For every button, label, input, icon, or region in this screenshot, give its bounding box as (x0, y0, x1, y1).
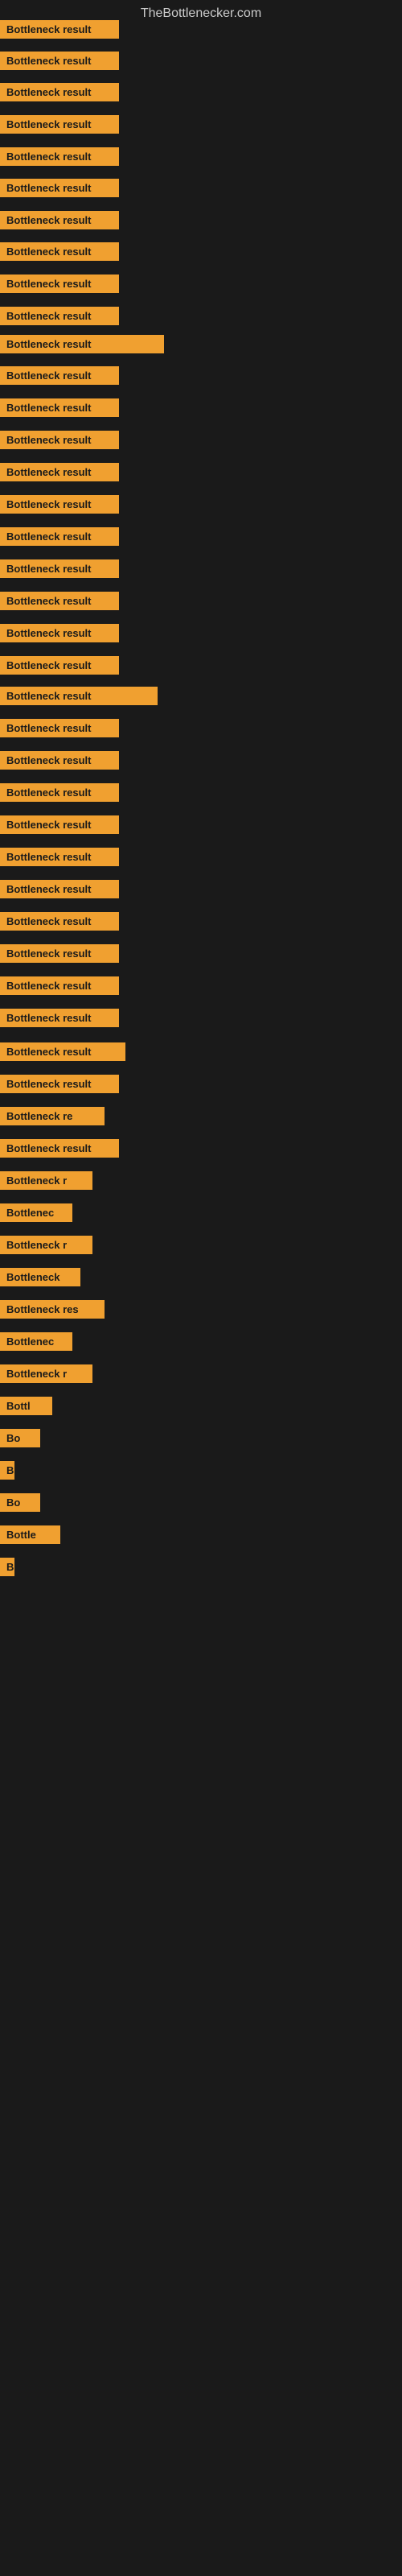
bottleneck-item-43: Bottl (0, 1397, 52, 1415)
bottleneck-item-44: Bo (0, 1429, 40, 1447)
bottleneck-item-48: B (0, 1558, 14, 1576)
bottleneck-item-2: Bottleneck result (0, 83, 119, 101)
bottleneck-item-19: Bottleneck result (0, 624, 119, 642)
bottleneck-item-8: Bottleneck result (0, 275, 119, 293)
bottleneck-item-12: Bottleneck result (0, 398, 119, 417)
bottleneck-item-3: Bottleneck result (0, 115, 119, 134)
bottleneck-item-15: Bottleneck result (0, 495, 119, 514)
bottleneck-item-14: Bottleneck result (0, 463, 119, 481)
bottleneck-item-20: Bottleneck result (0, 656, 119, 675)
bottleneck-item-37: Bottlenec (0, 1203, 72, 1222)
bottleneck-item-41: Bottlenec (0, 1332, 72, 1351)
bottleneck-item-7: Bottleneck result (0, 242, 119, 261)
bottleneck-item-27: Bottleneck result (0, 880, 119, 898)
bottleneck-item-35: Bottleneck result (0, 1139, 119, 1158)
bottleneck-item-31: Bottleneck result (0, 1009, 119, 1027)
bottleneck-item-25: Bottleneck result (0, 815, 119, 834)
bottleneck-item-1: Bottleneck result (0, 52, 119, 70)
bottleneck-item-5: Bottleneck result (0, 179, 119, 197)
bottleneck-item-0: Bottleneck result (0, 20, 119, 39)
site-title-text: TheBottlenecker.com (141, 6, 261, 20)
bottleneck-item-10: Bottleneck result (0, 335, 164, 353)
bottleneck-item-38: Bottleneck r (0, 1236, 92, 1254)
bottleneck-item-45: B (0, 1461, 14, 1480)
bottleneck-item-11: Bottleneck result (0, 366, 119, 385)
bottleneck-item-36: Bottleneck r (0, 1171, 92, 1190)
bottleneck-item-13: Bottleneck result (0, 431, 119, 449)
bottleneck-item-28: Bottleneck result (0, 912, 119, 931)
bottleneck-item-29: Bottleneck result (0, 944, 119, 963)
bottleneck-item-34: Bottleneck re (0, 1107, 105, 1125)
bottleneck-item-6: Bottleneck result (0, 211, 119, 229)
bottleneck-item-18: Bottleneck result (0, 592, 119, 610)
bottleneck-item-46: Bo (0, 1493, 40, 1512)
bottleneck-item-4: Bottleneck result (0, 147, 119, 166)
bottleneck-item-32: Bottleneck result (0, 1042, 125, 1061)
bottleneck-item-40: Bottleneck res (0, 1300, 105, 1319)
bottleneck-item-16: Bottleneck result (0, 527, 119, 546)
bottleneck-item-26: Bottleneck result (0, 848, 119, 866)
bottleneck-item-47: Bottle (0, 1525, 60, 1544)
bottleneck-item-23: Bottleneck result (0, 751, 119, 770)
bottleneck-item-9: Bottleneck result (0, 307, 119, 325)
bottleneck-item-42: Bottleneck r (0, 1364, 92, 1383)
bottleneck-item-33: Bottleneck result (0, 1075, 119, 1093)
bottleneck-item-17: Bottleneck result (0, 559, 119, 578)
bottleneck-item-30: Bottleneck result (0, 976, 119, 995)
bottleneck-item-24: Bottleneck result (0, 783, 119, 802)
bottleneck-item-22: Bottleneck result (0, 719, 119, 737)
bottleneck-item-39: Bottleneck (0, 1268, 80, 1286)
bottleneck-item-21: Bottleneck result (0, 687, 158, 705)
